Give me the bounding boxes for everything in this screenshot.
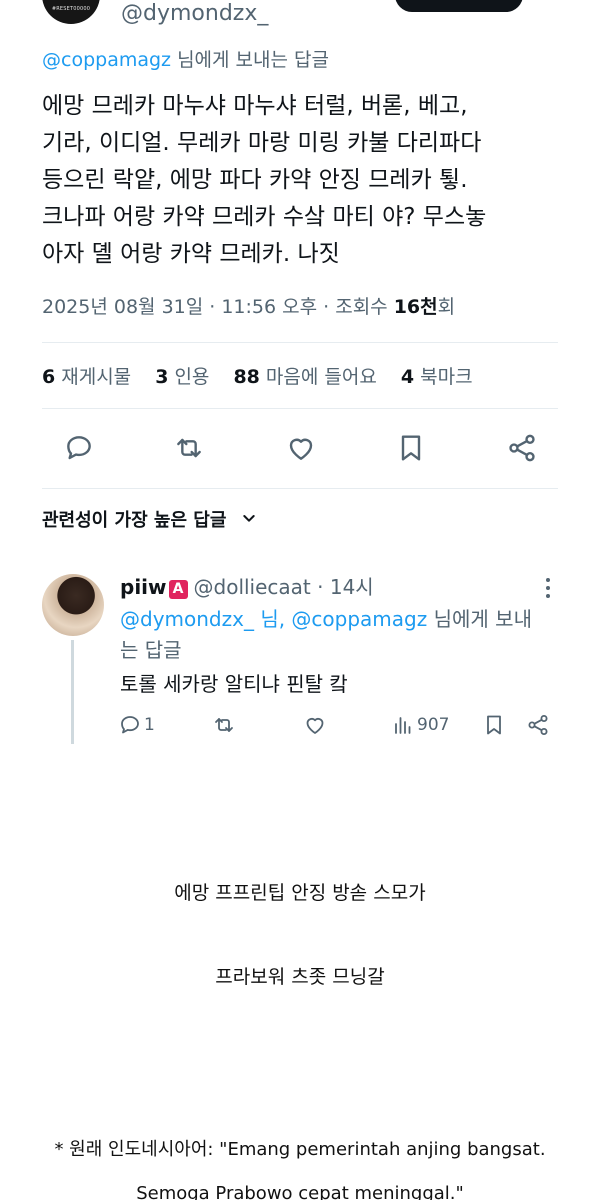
reply-actions: 1 907: [116, 710, 556, 740]
view-count: 907: [417, 715, 450, 735]
badge-icon: A: [168, 580, 188, 599]
reply-count: 1: [144, 715, 155, 735]
like-icon[interactable]: [279, 426, 323, 470]
follow-button[interactable]: [395, 0, 523, 12]
more-options-icon[interactable]: [538, 574, 558, 602]
reply-bookmark-button[interactable]: [482, 710, 506, 740]
divider: [42, 488, 558, 489]
reply-reply-button[interactable]: 1: [118, 710, 155, 740]
reply-handle-time[interactable]: @dolliecaat · 14시: [194, 575, 374, 599]
reposts-count: 6: [42, 366, 56, 388]
quotes-label: 인용: [174, 366, 210, 388]
tweet-line: 아자 뎰 어랑 카약 므레카. 나짓: [42, 241, 340, 267]
tweet-line: 에망 므레카 마누샤 마누샤 터럴, 버롣, 베고,: [42, 93, 468, 119]
views-icon: [395, 717, 411, 734]
quotes-count: 3: [155, 366, 169, 388]
reply-icon[interactable]: [57, 426, 101, 470]
reply-header: piiw A @dolliecaat · 14시: [120, 573, 374, 601]
bookmark-icon[interactable]: [389, 426, 433, 470]
bookmark-icon: [487, 715, 501, 735]
view-count: 16천: [393, 296, 438, 318]
tweet-text: 에망 므레카 마누샤 마누샤 터럴, 버롣, 베고, 기라, 이디얼. 무레카 …: [42, 88, 562, 273]
bookmarks-stat[interactable]: 4 북마크: [401, 366, 473, 388]
caption-line-2: 프라보워 츠좃 므닝갈: [215, 966, 385, 988]
reply-to-suffix: 님에게 보내는 답글: [171, 49, 329, 71]
reply-text: 토롤 세카랑 알티냐 핀탈 캌: [120, 672, 348, 696]
sort-label: 관련성이 가장 높은 답글: [42, 510, 227, 531]
quotes-stat[interactable]: 3 인용: [155, 366, 209, 388]
footnote-line-2: Semoga Prabowo cepat meninggal.": [136, 1183, 464, 1200]
reposts-stat[interactable]: 6 재게시물: [42, 366, 131, 388]
share-icon: [528, 715, 548, 735]
reply-author-name[interactable]: piiw: [120, 575, 167, 599]
retweet-icon[interactable]: [167, 426, 211, 470]
tweet-actions: [42, 426, 558, 470]
divider: [42, 342, 558, 343]
author-handle[interactable]: @dymondzx_: [121, 0, 268, 28]
author-avatar[interactable]: #RESET00000: [42, 0, 100, 24]
engagement-stats: 6 재게시물 3 인용 88 마음에 들어요 4 북마크: [42, 362, 491, 392]
reply-avatar[interactable]: [42, 574, 104, 636]
footnote: * 원래 인도네시아어: "Emang pemerintah anjing ba…: [0, 1128, 600, 1200]
timestamp[interactable]: 2025년 08월 31일 · 11:56 오후 · 조회수: [42, 296, 394, 318]
reply-views-button[interactable]: 907: [391, 710, 449, 740]
likes-count: 88: [233, 366, 260, 388]
bookmarks-label: 북마크: [420, 366, 473, 388]
tweet-line: 기라, 이디얼. 무레카 마랑 미링 카불 다리파다: [42, 130, 482, 156]
share-icon[interactable]: [500, 426, 544, 470]
reply-to-line: @coppamagz 님에게 보내는 답글: [42, 46, 329, 74]
reply-share-button[interactable]: [526, 710, 550, 740]
like-icon: [306, 717, 324, 734]
chevron-down-icon: [241, 507, 257, 535]
likes-stat[interactable]: 88 마음에 들어요: [233, 366, 376, 388]
retweet-icon: [215, 718, 233, 732]
reply-icon: [121, 716, 139, 734]
reply-retweet-button[interactable]: [212, 710, 236, 740]
reposts-label: 재게시물: [61, 366, 132, 388]
bookmarks-count: 4: [400, 366, 415, 388]
footnote-line-1: * 원래 인도네시아어: "Emang pemerintah anjing ba…: [54, 1139, 546, 1160]
tweet-line: 크나파 어랑 카약 므레카 수샄 마티 야? 무스놓: [42, 204, 487, 230]
reply-like-button[interactable]: [303, 710, 327, 740]
likes-label: 마음에 들어요: [265, 366, 377, 388]
mention-link[interactable]: @coppamagz: [42, 49, 171, 71]
thread-line: [71, 640, 74, 744]
tweet-meta: 2025년 08월 31일 · 11:56 오후 · 조회수 16천회: [42, 292, 455, 322]
tweet-line: 등으린 락얕, 에망 파다 카약 안징 므레카 툏.: [42, 167, 468, 193]
divider: [42, 408, 558, 409]
reply-reply-to: @dymondzx_ 님, @coppamagz 님에게 보내는 답글: [120, 604, 540, 666]
caption-line-1: 에망 프프린팁 안징 방솓 스모가: [174, 882, 426, 904]
reply-sort-dropdown[interactable]: 관련성이 가장 높은 답글: [42, 507, 257, 535]
mention-links[interactable]: @dymondzx_ 님, @coppamagz: [120, 607, 427, 631]
avatar-logo-text: #RESET00000: [51, 6, 91, 12]
view-count-suffix: 회: [437, 296, 456, 318]
